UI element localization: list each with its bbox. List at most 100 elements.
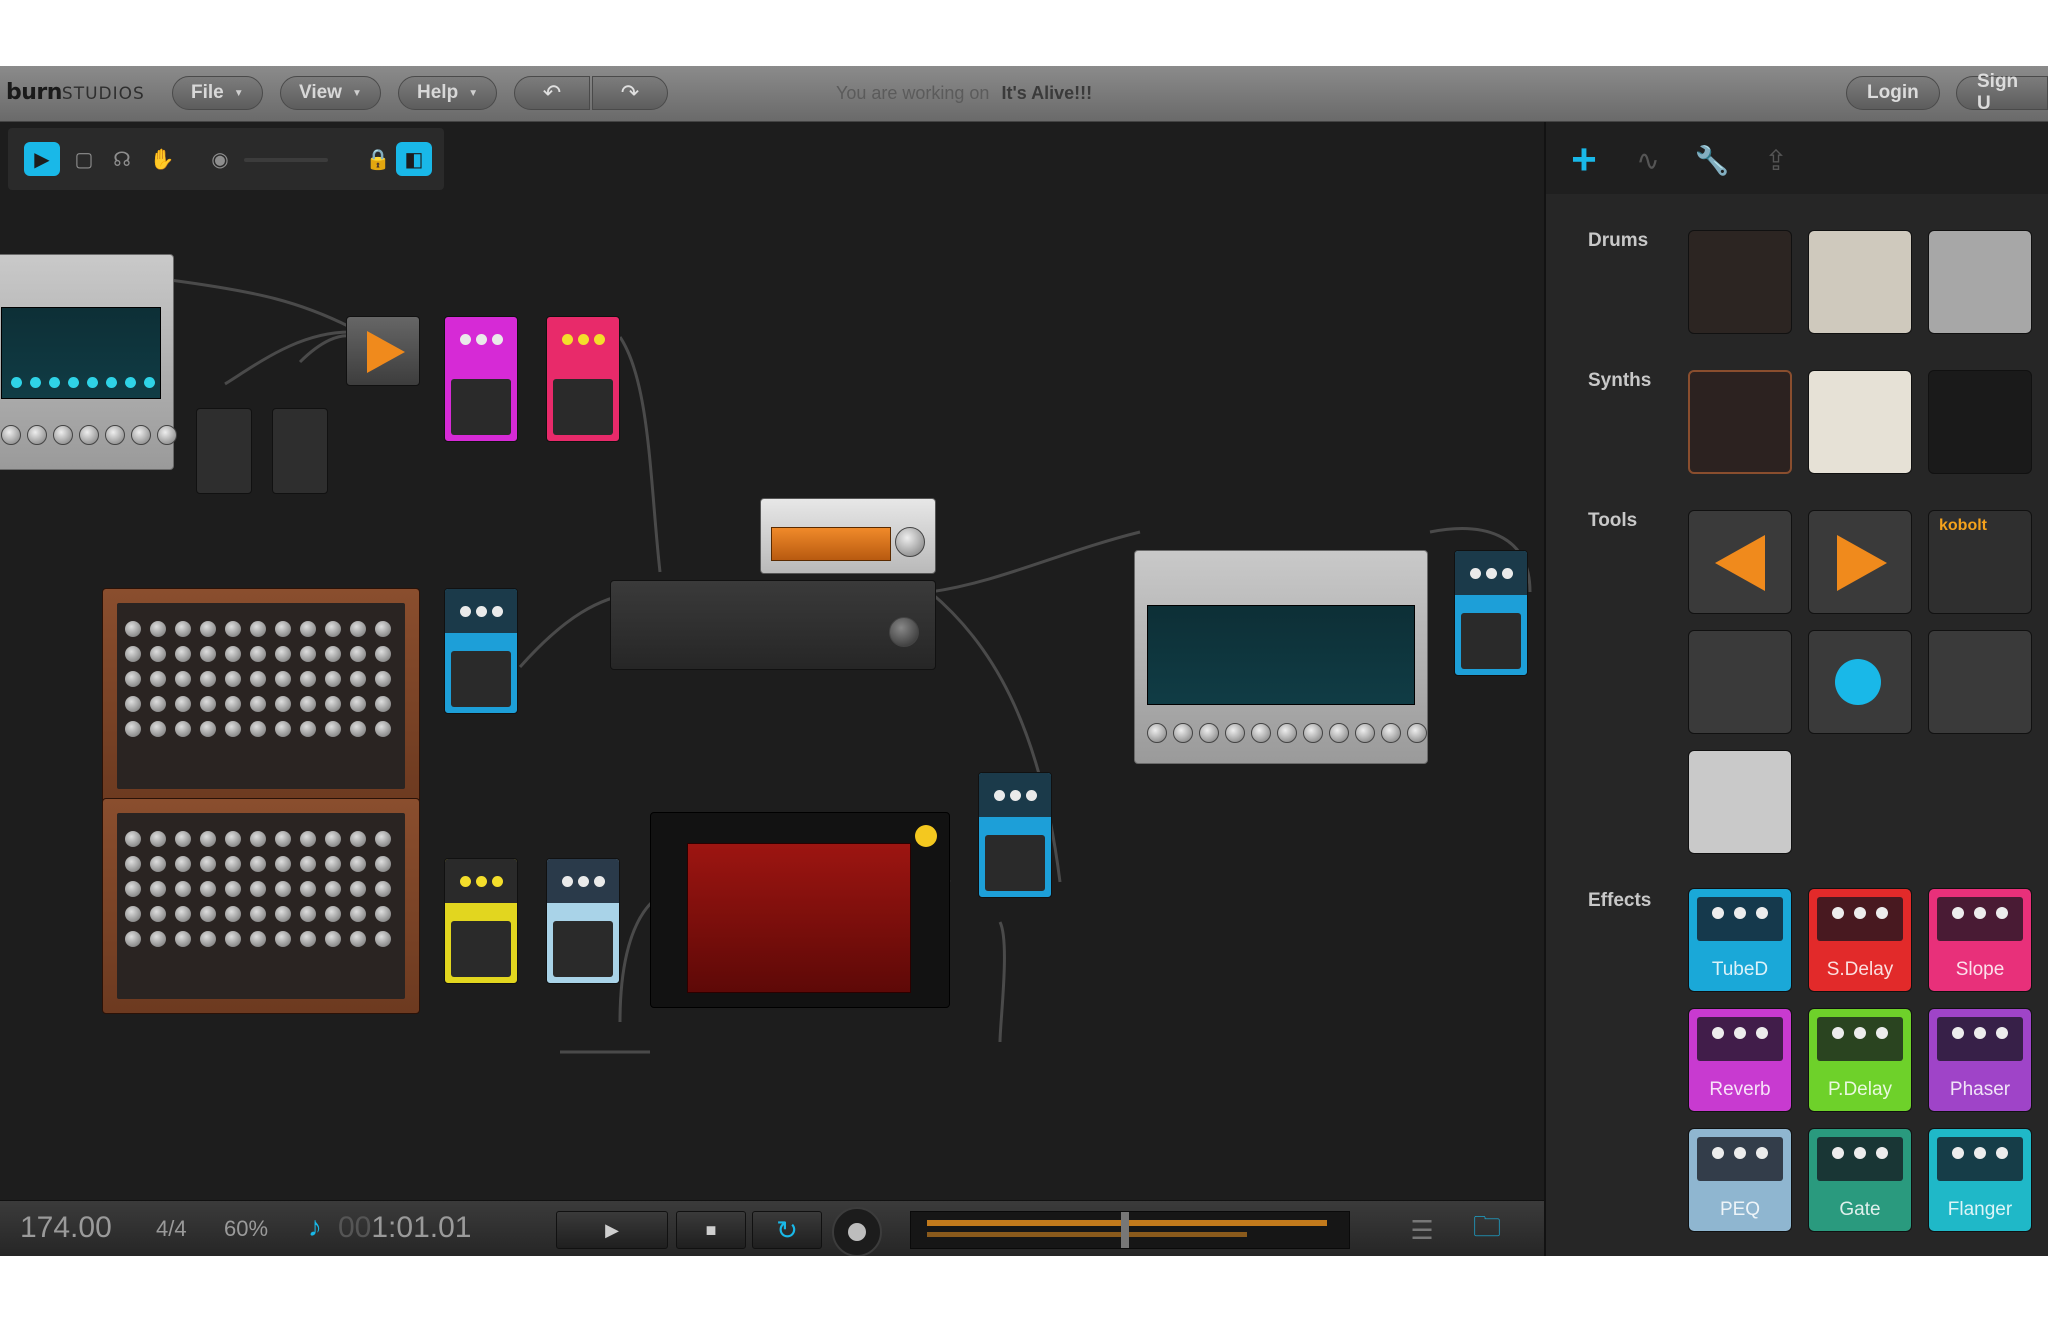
device-tile-synth-2[interactable] bbox=[1808, 370, 1912, 474]
device-tile-tool-5[interactable] bbox=[1808, 630, 1912, 734]
drum-knob-grid[interactable] bbox=[125, 831, 393, 947]
tracks-button[interactable]: ☰ bbox=[1394, 1211, 1450, 1249]
device-tile-tool-1[interactable] bbox=[1688, 510, 1792, 614]
cable bbox=[169, 278, 351, 329]
settings-tab[interactable]: 🔧 bbox=[1692, 140, 1732, 180]
zoom-button[interactable]: ◉ bbox=[202, 142, 238, 176]
time-signature[interactable]: 4/4 bbox=[156, 1216, 187, 1242]
sequencer-grid[interactable] bbox=[687, 843, 911, 993]
device-tile-drum-1[interactable] bbox=[1688, 230, 1792, 334]
effect-knob-panel bbox=[1697, 1137, 1783, 1181]
device-tile-synth-3[interactable] bbox=[1928, 370, 2032, 474]
device-tile-tool-kobolt[interactable]: kobolt bbox=[1928, 510, 2032, 614]
view-menu-button[interactable]: View ▼ bbox=[280, 76, 381, 110]
pedal-pink[interactable] bbox=[546, 316, 620, 442]
arrangement-minimap[interactable] bbox=[910, 1211, 1350, 1249]
pedal-lightblue[interactable] bbox=[546, 858, 620, 984]
hand-tool-button[interactable]: ✋ bbox=[144, 142, 180, 176]
record-button[interactable] bbox=[832, 1207, 882, 1256]
stop-button[interactable]: ■ bbox=[676, 1211, 746, 1249]
add-device-tab[interactable]: + bbox=[1564, 135, 1604, 184]
sampler-unit[interactable] bbox=[760, 498, 936, 574]
device-tile-synth-1[interactable] bbox=[1688, 370, 1792, 474]
power-icon[interactable] bbox=[915, 825, 937, 847]
play-mode-button[interactable]: ▶ bbox=[24, 142, 60, 176]
redo-button[interactable]: ↷ bbox=[592, 76, 668, 110]
effect-tile[interactable]: Flanger bbox=[1928, 1128, 2032, 1232]
device-synth-top-left[interactable] bbox=[0, 254, 177, 470]
synth-right-knobs[interactable] bbox=[1147, 723, 1427, 743]
device-tile-tool-4[interactable] bbox=[1688, 630, 1792, 734]
fader-module-1[interactable] bbox=[196, 408, 252, 494]
drum-machine-1[interactable] bbox=[102, 588, 420, 804]
device-tile-drum-2[interactable] bbox=[1808, 230, 1912, 334]
play-triangle-icon bbox=[1837, 535, 1887, 591]
play-button[interactable]: ▶ bbox=[556, 1211, 668, 1249]
pedal-blue-2[interactable] bbox=[1454, 550, 1528, 676]
effect-tile[interactable]: Slope bbox=[1928, 888, 2032, 992]
select-tool-button[interactable]: ▢ bbox=[66, 142, 102, 176]
zoom-slider[interactable] bbox=[244, 158, 328, 162]
pedal-blue-3[interactable] bbox=[978, 772, 1052, 898]
app-logo: burnSTUDIOS bbox=[6, 80, 145, 105]
effect-knobs bbox=[1689, 1147, 1791, 1159]
zoom-level[interactable]: 60% bbox=[224, 1216, 268, 1242]
view-mode-button[interactable]: ◧ bbox=[396, 142, 432, 176]
effect-label: Slope bbox=[1955, 959, 2005, 980]
tracks-icon: ☰ bbox=[1410, 1214, 1434, 1245]
automation-tab[interactable]: ∿ bbox=[1628, 140, 1668, 180]
help-menu-button[interactable]: Help ▼ bbox=[398, 76, 498, 110]
device-tile-drum-3[interactable] bbox=[1928, 230, 2032, 334]
effect-label: Reverb bbox=[1709, 1079, 1771, 1100]
export-tab[interactable]: ⇪ bbox=[1756, 140, 1796, 180]
effect-knob-panel bbox=[1697, 1017, 1783, 1061]
file-menu-button[interactable]: File ▼ bbox=[172, 76, 263, 110]
drum-machine-2[interactable] bbox=[102, 798, 420, 1014]
drum-knob-grid[interactable] bbox=[125, 621, 393, 737]
pedal-blue-1[interactable] bbox=[444, 588, 518, 714]
sidebar-tabs: + ∿ 🔧 ⇪ bbox=[1546, 122, 2048, 194]
effect-label: Gate bbox=[1839, 1199, 1881, 1220]
mixer-unit[interactable] bbox=[610, 580, 936, 670]
login-button[interactable]: Login bbox=[1846, 76, 1940, 110]
undo-button[interactable]: ↶ bbox=[514, 76, 590, 110]
help-menu-label: Help bbox=[417, 82, 459, 103]
headphones-icon: ☊ bbox=[113, 148, 131, 171]
loop-button[interactable]: ↻ bbox=[752, 1211, 822, 1249]
lock-icon: 🔒 bbox=[365, 148, 391, 171]
category-synths: Synths bbox=[1588, 370, 1652, 391]
effect-tile[interactable]: PEQ bbox=[1688, 1128, 1792, 1232]
cable bbox=[224, 330, 351, 386]
effect-tile[interactable]: P.Delay bbox=[1808, 1008, 1912, 1112]
effect-tile[interactable]: S.Delay bbox=[1808, 888, 1912, 992]
effect-tile[interactable]: TubeD bbox=[1688, 888, 1792, 992]
headphones-button[interactable]: ☊ bbox=[104, 142, 140, 176]
vhop-sequencer[interactable] bbox=[650, 812, 950, 1008]
tool-tile-label: kobolt bbox=[1939, 517, 1987, 534]
fader-module-2[interactable] bbox=[272, 408, 328, 494]
effect-tile[interactable]: Gate bbox=[1808, 1128, 1912, 1232]
tempo-display[interactable]: 174.00 bbox=[20, 1211, 112, 1245]
pedal-magenta[interactable] bbox=[444, 316, 518, 442]
time-dim: 00 bbox=[338, 1211, 372, 1244]
master-volume-knob[interactable] bbox=[889, 617, 919, 647]
signup-button[interactable]: Sign U bbox=[1956, 71, 2048, 114]
play-triangle-icon bbox=[367, 331, 405, 373]
effect-tile[interactable]: Phaser bbox=[1928, 1008, 2032, 1112]
patch-canvas[interactable]: ▶ ▢ ☊ ✋ ◉ 🔒 ◧ bbox=[0, 122, 1544, 1256]
lock-button[interactable]: 🔒 bbox=[360, 142, 396, 176]
folder-button[interactable]: 🗀 bbox=[1462, 1211, 1512, 1249]
login-label: Login bbox=[1867, 82, 1919, 103]
sampler-knob[interactable] bbox=[895, 527, 925, 557]
effect-tile[interactable]: Reverb bbox=[1688, 1008, 1792, 1112]
device-tile-tool-6[interactable] bbox=[1928, 630, 2032, 734]
synth-knobs[interactable] bbox=[1, 425, 177, 445]
arpeggiator-module[interactable] bbox=[346, 316, 420, 386]
effect-knob-panel bbox=[1817, 1017, 1903, 1061]
pedal-yellow[interactable] bbox=[444, 858, 518, 984]
effect-knob-panel bbox=[1697, 897, 1783, 941]
device-tile-tool-7[interactable] bbox=[1688, 750, 1792, 854]
device-synth-right[interactable] bbox=[1134, 550, 1428, 764]
effect-knob-panel bbox=[1817, 897, 1903, 941]
device-tile-tool-2[interactable] bbox=[1808, 510, 1912, 614]
